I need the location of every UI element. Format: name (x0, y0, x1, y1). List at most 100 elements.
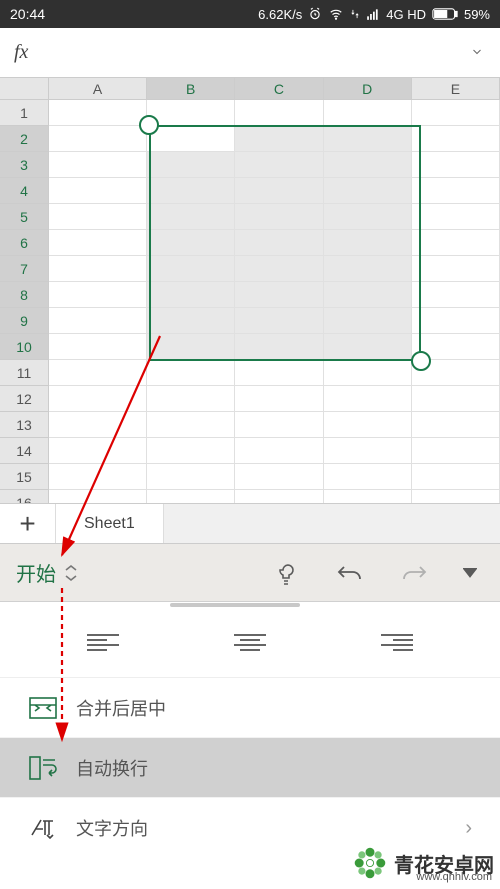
cell[interactable] (412, 308, 500, 334)
cell[interactable] (235, 412, 323, 438)
cell[interactable] (147, 204, 235, 230)
cell[interactable] (49, 490, 147, 504)
redo-button[interactable] (392, 551, 436, 595)
col-header-B[interactable]: B (147, 78, 235, 100)
cell[interactable] (49, 360, 147, 386)
cell[interactable] (324, 464, 412, 490)
cell[interactable] (147, 464, 235, 490)
cell[interactable] (324, 282, 412, 308)
row-header[interactable]: 9 (0, 308, 49, 334)
cell[interactable] (147, 308, 235, 334)
cell[interactable] (324, 204, 412, 230)
cell[interactable] (412, 360, 500, 386)
cell[interactable] (324, 256, 412, 282)
align-right-button[interactable] (367, 623, 427, 663)
row-header[interactable]: 8 (0, 282, 49, 308)
cell[interactable] (235, 230, 323, 256)
row-header[interactable]: 7 (0, 256, 49, 282)
cell[interactable] (412, 490, 500, 504)
cell[interactable] (147, 490, 235, 504)
ribbon-tab-button[interactable]: 开始 (16, 558, 78, 587)
cell[interactable] (147, 152, 235, 178)
add-sheet-button[interactable]: + (0, 504, 56, 543)
cell[interactable] (147, 282, 235, 308)
row-header[interactable]: 16 (0, 490, 49, 504)
cell[interactable] (412, 178, 500, 204)
cell[interactable] (49, 464, 147, 490)
col-header-C[interactable]: C (235, 78, 323, 100)
cell[interactable] (324, 178, 412, 204)
select-all-corner[interactable] (0, 78, 49, 100)
cell[interactable] (324, 126, 412, 152)
cell[interactable] (235, 178, 323, 204)
row-header[interactable]: 14 (0, 438, 49, 464)
cell[interactable] (147, 386, 235, 412)
cell[interactable] (324, 412, 412, 438)
cell[interactable] (324, 152, 412, 178)
merge-center-option[interactable]: 合并后居中 (0, 678, 500, 738)
row-header[interactable]: 6 (0, 230, 49, 256)
align-left-button[interactable] (73, 623, 133, 663)
cell[interactable] (49, 152, 147, 178)
cell[interactable] (49, 438, 147, 464)
cell[interactable] (235, 386, 323, 412)
row-header[interactable]: 11 (0, 360, 49, 386)
col-header-E[interactable]: E (412, 78, 500, 100)
cell[interactable] (147, 178, 235, 204)
cell[interactable] (235, 100, 323, 126)
formula-bar[interactable]: fx (0, 28, 500, 78)
cell[interactable] (49, 100, 147, 126)
row-header[interactable]: 3 (0, 152, 49, 178)
cell[interactable] (147, 100, 235, 126)
cell[interactable] (412, 152, 500, 178)
wrap-text-option[interactable]: 自动换行 (0, 738, 500, 798)
row-header[interactable]: 13 (0, 412, 49, 438)
cell[interactable] (235, 490, 323, 504)
row-header[interactable]: 4 (0, 178, 49, 204)
row-header[interactable]: 2 (0, 126, 49, 152)
cell[interactable] (235, 282, 323, 308)
cell[interactable] (235, 360, 323, 386)
cell[interactable] (235, 464, 323, 490)
cell[interactable] (49, 204, 147, 230)
cell[interactable] (147, 126, 235, 152)
more-button[interactable] (456, 551, 484, 595)
cell[interactable] (235, 256, 323, 282)
cell[interactable] (324, 230, 412, 256)
cell[interactable] (147, 230, 235, 256)
cell[interactable] (324, 334, 412, 360)
cell[interactable] (412, 126, 500, 152)
spreadsheet-grid[interactable]: A B C D E 12345678910111213141516 (0, 78, 500, 504)
cell[interactable] (235, 334, 323, 360)
cell[interactable] (235, 152, 323, 178)
cell[interactable] (412, 386, 500, 412)
cell[interactable] (49, 386, 147, 412)
col-header-A[interactable]: A (49, 78, 147, 100)
cell[interactable] (324, 100, 412, 126)
sheet-tab-1[interactable]: Sheet1 (56, 504, 164, 543)
cell[interactable] (412, 438, 500, 464)
cell[interactable] (49, 178, 147, 204)
cell[interactable] (412, 256, 500, 282)
row-header[interactable]: 1 (0, 100, 49, 126)
cell[interactable] (49, 230, 147, 256)
cell[interactable] (235, 438, 323, 464)
cell[interactable] (49, 308, 147, 334)
cell[interactable] (324, 490, 412, 504)
row-header[interactable]: 15 (0, 464, 49, 490)
undo-button[interactable] (328, 551, 372, 595)
tell-me-button[interactable] (264, 551, 308, 595)
cell[interactable] (147, 438, 235, 464)
cell[interactable] (324, 386, 412, 412)
cell[interactable] (412, 282, 500, 308)
cell[interactable] (49, 282, 147, 308)
panel-scrollbar[interactable] (0, 602, 500, 608)
cell[interactable] (235, 204, 323, 230)
cell[interactable] (412, 100, 500, 126)
row-header[interactable]: 5 (0, 204, 49, 230)
cell[interactable] (147, 360, 235, 386)
col-header-D[interactable]: D (324, 78, 412, 100)
row-header[interactable]: 10 (0, 334, 49, 360)
cell[interactable] (147, 334, 235, 360)
cell[interactable] (147, 256, 235, 282)
